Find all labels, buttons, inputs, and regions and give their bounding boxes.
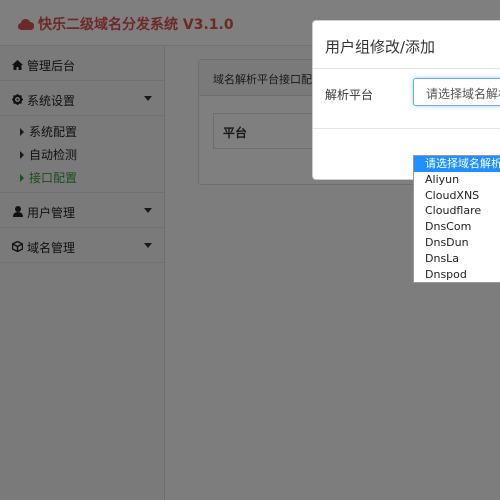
dropdown-option-cloudxns[interactable]: CloudXNS [414, 188, 500, 204]
platform-select[interactable]: 请选择域名解析平台 [413, 78, 500, 106]
dropdown-option-cloudflare[interactable]: Cloudflare [414, 203, 500, 219]
dropdown-option-dnsdun[interactable]: DnsDun [414, 235, 500, 251]
modal-body: 解析平台 请选择域名解析平台 [313, 69, 500, 129]
modal-title: 用户组修改/添加 [313, 21, 500, 69]
dropdown-option-dnscom[interactable]: DnsCom [414, 219, 500, 235]
dropdown-option-aliyun[interactable]: Aliyun [414, 172, 500, 188]
dropdown-option-dnspod[interactable]: Dnspod [414, 267, 500, 282]
dropdown-option-dnsla[interactable]: DnsLa [414, 251, 500, 267]
platform-field-label: 解析平台 [325, 88, 374, 102]
dropdown-option-placeholder[interactable]: 请选择域名解析平台 [414, 156, 500, 172]
platform-dropdown-list: 请选择域名解析平台 Aliyun CloudXNS Cloudflare Dns… [413, 155, 500, 283]
